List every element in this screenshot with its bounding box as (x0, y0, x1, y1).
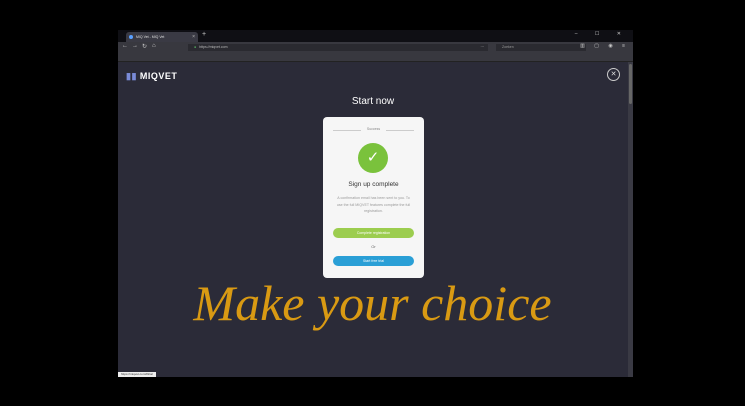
miqvet-logo[interactable]: ▮▮ MIQVET (126, 71, 177, 82)
page-title: Start now (351, 96, 395, 107)
scrollbar-thumb[interactable] (629, 64, 632, 104)
back-icon[interactable]: ← (122, 43, 128, 49)
address-bar[interactable]: ● https://miqvet.com ··· (188, 44, 488, 51)
close-button[interactable]: ✕ (607, 68, 620, 81)
check-icon: ✓ (358, 143, 388, 173)
page-actions-icon[interactable]: ··· (481, 44, 485, 51)
card-title: Sign up complete (348, 181, 399, 188)
complete-registration-button[interactable]: Complete registration (333, 228, 414, 238)
url-text: https://miqvet.com (199, 45, 228, 49)
start-free-trial-button[interactable]: Start free trial (333, 256, 414, 266)
logo-icon: ▮▮ (126, 71, 137, 81)
tab-title: MIQ Vet - MIQ Vet (136, 35, 165, 39)
bookmarks-bar: MIQ Vet - MIQ VetMKIped - TagsPhemioPrim… (118, 53, 633, 62)
divider (386, 130, 414, 131)
toolbar-icons[interactable]: ▥ ▢ ◉ ≡ (580, 43, 629, 49)
window-controls[interactable]: – ☐ ✕ (575, 31, 629, 37)
lock-icon: ● (194, 45, 197, 49)
browser-toolbar: ← → ↻ ⌂ ● https://miqvet.com ··· Zoeken … (118, 42, 633, 53)
signup-card: Success ✓ Sign up complete A confirmatio… (323, 117, 424, 278)
favicon-icon (129, 35, 133, 39)
forward-icon[interactable]: → (132, 43, 138, 49)
reload-icon[interactable]: ↻ (142, 43, 147, 50)
logo-text: MIQVET (139, 71, 178, 81)
overlay-caption: Make your choice (193, 275, 552, 331)
card-description: A confirmation email has been sent to yo… (336, 196, 411, 213)
tab-bar: MIQ Vet - MIQ Vet × + – ☐ ✕ (118, 30, 633, 42)
home-icon[interactable]: ⌂ (152, 43, 156, 49)
new-tab-button[interactable]: + (202, 31, 206, 38)
search-placeholder: Zoeken (502, 45, 514, 49)
search-input[interactable]: Zoeken (496, 44, 586, 51)
tab-close-icon[interactable]: × (192, 32, 195, 42)
browser-tab[interactable]: MIQ Vet - MIQ Vet × (126, 32, 198, 42)
or-separator: Or (371, 244, 376, 249)
status-bar: https://miqvet.com/#trial (118, 372, 156, 377)
